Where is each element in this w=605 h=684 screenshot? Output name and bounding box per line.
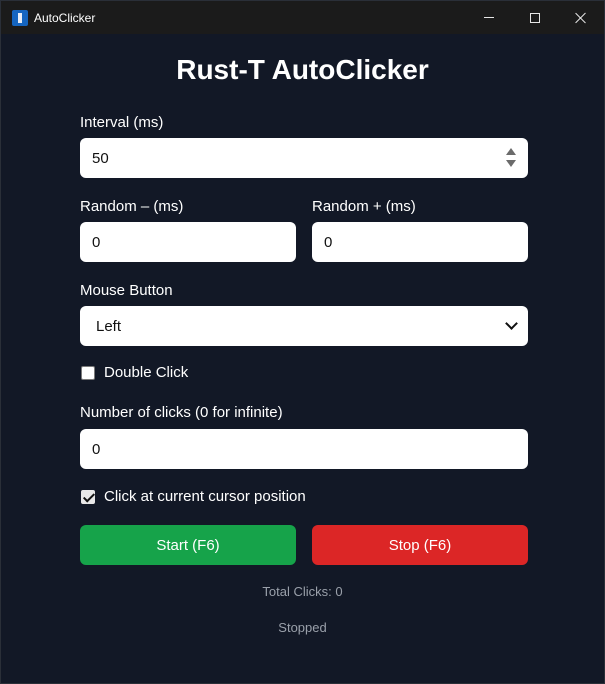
- status-text: Stopped: [278, 620, 327, 635]
- interval-input[interactable]: 50: [80, 138, 528, 178]
- stepper-down-icon[interactable]: [506, 160, 516, 167]
- interval-stepper[interactable]: [506, 147, 516, 169]
- close-button[interactable]: [558, 1, 604, 34]
- app-window: AutoClicker Rust-T AutoClicker Interval …: [0, 0, 605, 684]
- title-bar: AutoClicker: [1, 1, 604, 34]
- total-clicks-text: Total Clicks: 0: [262, 584, 343, 599]
- minimize-icon: [484, 17, 494, 18]
- random-minus-label: Random – (ms): [80, 198, 184, 215]
- maximize-icon: [530, 12, 540, 23]
- stop-button[interactable]: Stop (F6): [312, 525, 528, 565]
- maximize-button[interactable]: [512, 1, 558, 34]
- random-minus-value: 0: [92, 233, 101, 251]
- close-icon: [575, 12, 587, 24]
- mouse-button-label: Mouse Button: [80, 282, 173, 299]
- num-clicks-label: Number of clicks (0 for infinite): [80, 404, 283, 421]
- start-button[interactable]: Start (F6): [80, 525, 296, 565]
- interval-value: 50: [92, 149, 109, 167]
- main-content: Rust-T AutoClicker Interval (ms) 50 Rand…: [1, 34, 604, 683]
- window-title: AutoClicker: [34, 11, 96, 25]
- cursor-position-checkbox[interactable]: [81, 490, 95, 504]
- random-plus-input[interactable]: 0: [312, 222, 528, 262]
- num-clicks-input[interactable]: 0: [80, 429, 528, 469]
- chevron-down-icon: [505, 317, 518, 330]
- minimize-button[interactable]: [466, 1, 512, 34]
- double-click-checkbox[interactable]: [81, 366, 95, 380]
- double-click-label[interactable]: Double Click: [104, 364, 188, 381]
- mouse-button-selected: Left: [96, 317, 122, 335]
- random-minus-input[interactable]: 0: [80, 222, 296, 262]
- random-plus-value: 0: [324, 233, 333, 251]
- num-clicks-value: 0: [92, 440, 101, 458]
- stop-button-label: Stop (F6): [388, 536, 452, 554]
- cursor-position-label[interactable]: Click at current cursor position: [104, 488, 306, 505]
- random-plus-label: Random + (ms): [312, 198, 416, 215]
- app-icon: [12, 10, 28, 26]
- page-title: Rust-T AutoClicker: [176, 54, 429, 85]
- interval-label: Interval (ms): [80, 114, 164, 131]
- start-button-label: Start (F6): [156, 536, 220, 554]
- stepper-up-icon[interactable]: [506, 148, 516, 155]
- mouse-button-select[interactable]: Left: [80, 306, 528, 346]
